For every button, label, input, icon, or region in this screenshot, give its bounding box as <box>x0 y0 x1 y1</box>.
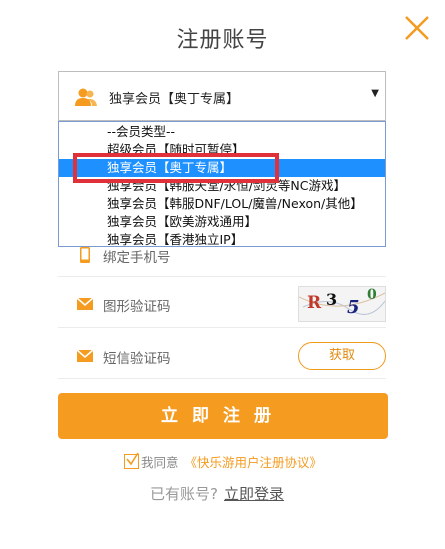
login-prompt: 已有账号? 立即登录 <box>150 483 284 504</box>
member-type-select[interactable]: 独享会员【奥丁专属】 ▼ <box>58 71 386 121</box>
annotation-highlight-box <box>73 153 279 183</box>
captcha-char: 5 <box>347 297 360 318</box>
agreement: 我同意 《快乐游用户注册协议》 <box>124 452 322 471</box>
agreement-link[interactable]: 《快乐游用户注册协议》 <box>185 455 323 470</box>
image-code-label: 图形验证码 <box>103 299 171 315</box>
divider <box>58 276 386 277</box>
sms-code-label: 短信验证码 <box>103 351 171 367</box>
page-title: 注册账号 <box>176 28 269 53</box>
close-button[interactable] <box>403 14 431 42</box>
captcha-char: 0 <box>367 287 377 303</box>
divider <box>58 327 386 328</box>
dropdown-option[interactable]: 独享会员【韩服DNF/LOL/魔兽/Nexon/其他】 <box>59 195 385 213</box>
close-icon <box>405 16 429 40</box>
mail-icon <box>76 297 94 310</box>
select-selected-value: 独享会员【奥丁专属】 <box>109 92 240 107</box>
dropdown-option[interactable]: 独享会员【香港独立IP】 <box>59 231 385 249</box>
agreement-prefix: 我同意 <box>141 455 179 470</box>
member-type-dropdown: --会员类型-- 超级会员【随时可暂停】 独享会员【奥丁专属】 独享会员【韩服天… <box>58 121 386 247</box>
user-group-icon <box>75 88 97 106</box>
agree-checkbox[interactable] <box>124 452 139 469</box>
login-link[interactable]: 立即登录 <box>224 485 284 503</box>
captcha-char: 3 <box>326 290 338 309</box>
dropdown-option[interactable]: 独享会员【欧美游戏通用】 <box>59 213 385 231</box>
divider <box>58 378 386 379</box>
phone-label: 绑定手机号 <box>103 250 171 266</box>
check-icon <box>126 452 139 466</box>
login-prompt-text: 已有账号? <box>150 485 218 503</box>
captcha-image[interactable]: R 3 5 0 <box>298 286 386 322</box>
phone-icon <box>80 247 90 263</box>
mail-icon <box>76 349 94 362</box>
captcha-char: R <box>307 293 322 313</box>
chevron-down-icon: ▼ <box>371 88 379 99</box>
get-code-button[interactable]: 获取 <box>298 342 386 370</box>
dropdown-option[interactable]: --会员类型-- <box>59 123 385 141</box>
register-button[interactable]: 立即注册 <box>58 393 388 439</box>
